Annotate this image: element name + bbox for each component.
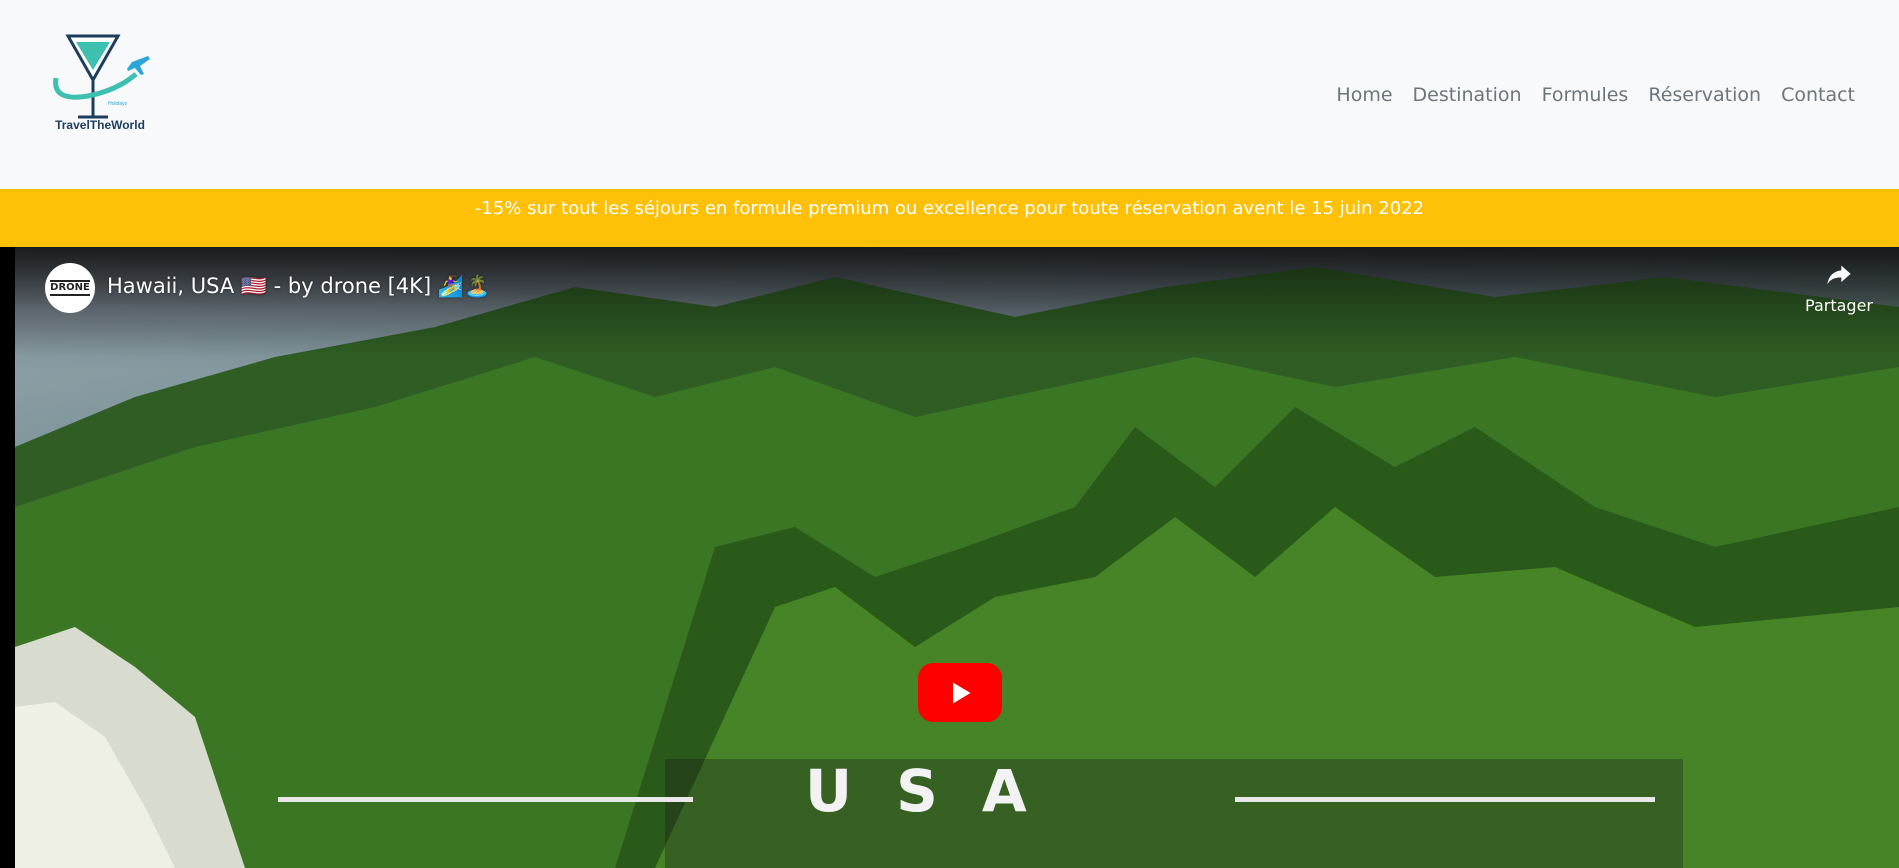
brand-name: TravelTheWorld [55, 118, 145, 132]
overlay-line-right [1235, 797, 1655, 802]
video-thumbnail[interactable]: DRONE Hawaii, USA 🇺🇸 - by drone [4K] 🏄‍♀… [15, 247, 1899, 868]
nav-formules[interactable]: Formules [1532, 83, 1639, 107]
brand-tagline: Holidays [108, 101, 128, 107]
video-title[interactable]: Hawaii, USA 🇺🇸 - by drone [4K] 🏄‍♀️🏝️ [107, 271, 490, 301]
channel-avatar-text: DRONE [50, 280, 90, 296]
navbar: Holidays TravelTheWorld Home Destination… [0, 0, 1899, 189]
brand-logo[interactable]: Holidays TravelTheWorld [48, 30, 152, 140]
share-icon [1827, 265, 1851, 285]
video-top-shade [15, 247, 1899, 357]
promo-banner: -15% sur tout les séjours en formule pre… [0, 189, 1899, 247]
share-label: Partager [1805, 296, 1873, 315]
nav-contact[interactable]: Contact [1771, 83, 1865, 107]
video-overlay-text: USA [805, 757, 1071, 825]
main-nav: Home Destination Formules Réservation Co… [1326, 83, 1865, 107]
share-button[interactable]: Partager [1799, 261, 1879, 315]
overlay-line-left [278, 797, 693, 802]
nav-destination[interactable]: Destination [1403, 83, 1532, 107]
channel-avatar[interactable]: DRONE [45, 263, 95, 313]
play-icon [953, 682, 971, 703]
nav-reservation[interactable]: Réservation [1638, 83, 1771, 107]
play-button[interactable] [918, 663, 1002, 722]
video-embed[interactable]: DRONE Hawaii, USA 🇺🇸 - by drone [4K] 🏄‍♀… [0, 247, 1899, 868]
cocktail-plane-logo-icon: Holidays [53, 34, 150, 119]
nav-home[interactable]: Home [1326, 83, 1402, 107]
